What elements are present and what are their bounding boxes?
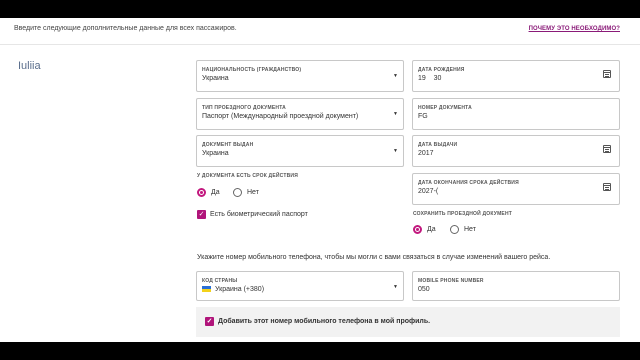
biometric-passport-label: Есть биометрический паспорт [210, 211, 308, 218]
has-expiry-yes-radio[interactable]: Да [197, 188, 220, 197]
country-code-value: Украина (+380) [215, 286, 265, 293]
save-document-question: СОХРАНИТЬ ПРОЕЗДНОЙ ДОКУМЕНТ [413, 211, 513, 217]
video-letterbox-top [0, 0, 640, 18]
has-expiry-yes-label: Да [211, 189, 220, 196]
caret-down-icon: ▼ [393, 148, 398, 154]
issued-by-value: Украина [202, 150, 229, 157]
mobile-number-label: MOBILE PHONE NUMBER [418, 278, 484, 284]
save-document-no-label: Нет [464, 226, 476, 233]
why-necessary-link[interactable]: ПОЧЕМУ ЭТО НЕОБХОДИМО? [529, 26, 620, 32]
checkmark-icon: ✓ [197, 210, 206, 219]
country-code-label: КОД СТРАНЫ [202, 278, 238, 284]
caret-down-icon: ▼ [393, 73, 398, 79]
issued-by-label: ДОКУМЕНТ ВЫДАН [202, 142, 254, 148]
divider [0, 44, 640, 45]
country-code-select[interactable]: КОД СТРАНЫ Украина (+380) ▼ [196, 271, 404, 301]
document-type-select[interactable]: ТИП ПРОЕЗДНОГО ДОКУМЕНТА Паспорт (Междун… [196, 98, 404, 130]
issue-date-field[interactable]: ДАТА ВЫДАЧИ 2017 [412, 135, 620, 167]
add-to-profile-box: ✓ Добавить этот номер мобильного телефон… [196, 307, 620, 337]
biometric-passport-checkbox[interactable]: ✓ Есть биометрический паспорт [197, 210, 308, 219]
document-type-label: ТИП ПРОЕЗДНОГО ДОКУМЕНТА [202, 105, 286, 111]
add-to-profile-checkbox[interactable]: ✓ Добавить этот номер мобильного телефон… [205, 317, 430, 326]
calendar-icon[interactable] [603, 183, 611, 191]
birth-date-label: ДАТА РОЖДЕНИЯ [418, 67, 465, 73]
expiry-date-value: 2027-( [418, 188, 439, 195]
has-expiry-no-radio[interactable]: Нет [233, 188, 259, 197]
radio-selected-icon [197, 188, 206, 197]
document-number-value: FG [418, 113, 428, 120]
intro-text: Введите следующие дополнительные данные … [14, 25, 237, 32]
nationality-label: НАЦИОНАЛЬНОСТЬ (ГРАЖДАНСТВО) [202, 67, 302, 73]
issue-date-value: 2017 [418, 150, 434, 157]
ukraine-flag-icon [202, 286, 211, 293]
issued-by-select[interactable]: ДОКУМЕНТ ВЫДАН Украина ▼ [196, 135, 404, 167]
nationality-value: Украина [202, 75, 229, 82]
nationality-select[interactable]: НАЦИОНАЛЬНОСТЬ (ГРАЖДАНСТВО) Украина ▼ [196, 60, 404, 92]
radio-empty-icon [233, 188, 242, 197]
has-expiry-no-label: Нет [247, 189, 259, 196]
save-document-yes-label: Да [427, 226, 436, 233]
save-document-yes-radio[interactable]: Да [413, 225, 436, 234]
has-expiry-question: У ДОКУМЕНТА ЕСТЬ СРОК ДЕЙСТВИЯ [197, 173, 298, 179]
expiry-date-field[interactable]: ДАТА ОКОНЧАНИЯ СРОКА ДЕЙСТВИЯ 2027-( [412, 173, 620, 205]
phone-instruction-text: Укажите номер мобильного телефона, чтобы… [197, 254, 551, 261]
passenger-details-page: Введите следующие дополнительные данные … [0, 18, 640, 342]
birth-date-field[interactable]: ДАТА РОЖДЕНИЯ 19 30 [412, 60, 620, 92]
radio-selected-icon [413, 225, 422, 234]
save-document-no-radio[interactable]: Нет [450, 225, 476, 234]
radio-empty-icon [450, 225, 459, 234]
calendar-icon[interactable] [603, 70, 611, 78]
birth-date-value: 19 30 [418, 75, 442, 82]
issue-date-label: ДАТА ВЫДАЧИ [418, 142, 458, 148]
document-number-input[interactable]: НОМЕР ДОКУМЕНТА FG [412, 98, 620, 130]
add-to-profile-label: Добавить этот номер мобильного телефона … [218, 318, 431, 325]
video-letterbox-bottom [0, 342, 640, 360]
document-type-value: Паспорт (Международный проездной докумен… [202, 113, 359, 120]
mobile-number-input[interactable]: MOBILE PHONE NUMBER 050 [412, 271, 620, 301]
country-code-value-wrap: Украина (+380) [202, 286, 264, 293]
expiry-date-label: ДАТА ОКОНЧАНИЯ СРОКА ДЕЙСТВИЯ [418, 180, 519, 186]
passenger-name: Iuliia [18, 60, 41, 72]
caret-down-icon: ▼ [393, 284, 398, 290]
caret-down-icon: ▼ [393, 111, 398, 117]
calendar-icon[interactable] [603, 145, 611, 153]
checkmark-icon: ✓ [205, 317, 214, 326]
mobile-number-value: 050 [418, 286, 430, 293]
document-number-label: НОМЕР ДОКУМЕНТА [418, 105, 472, 111]
